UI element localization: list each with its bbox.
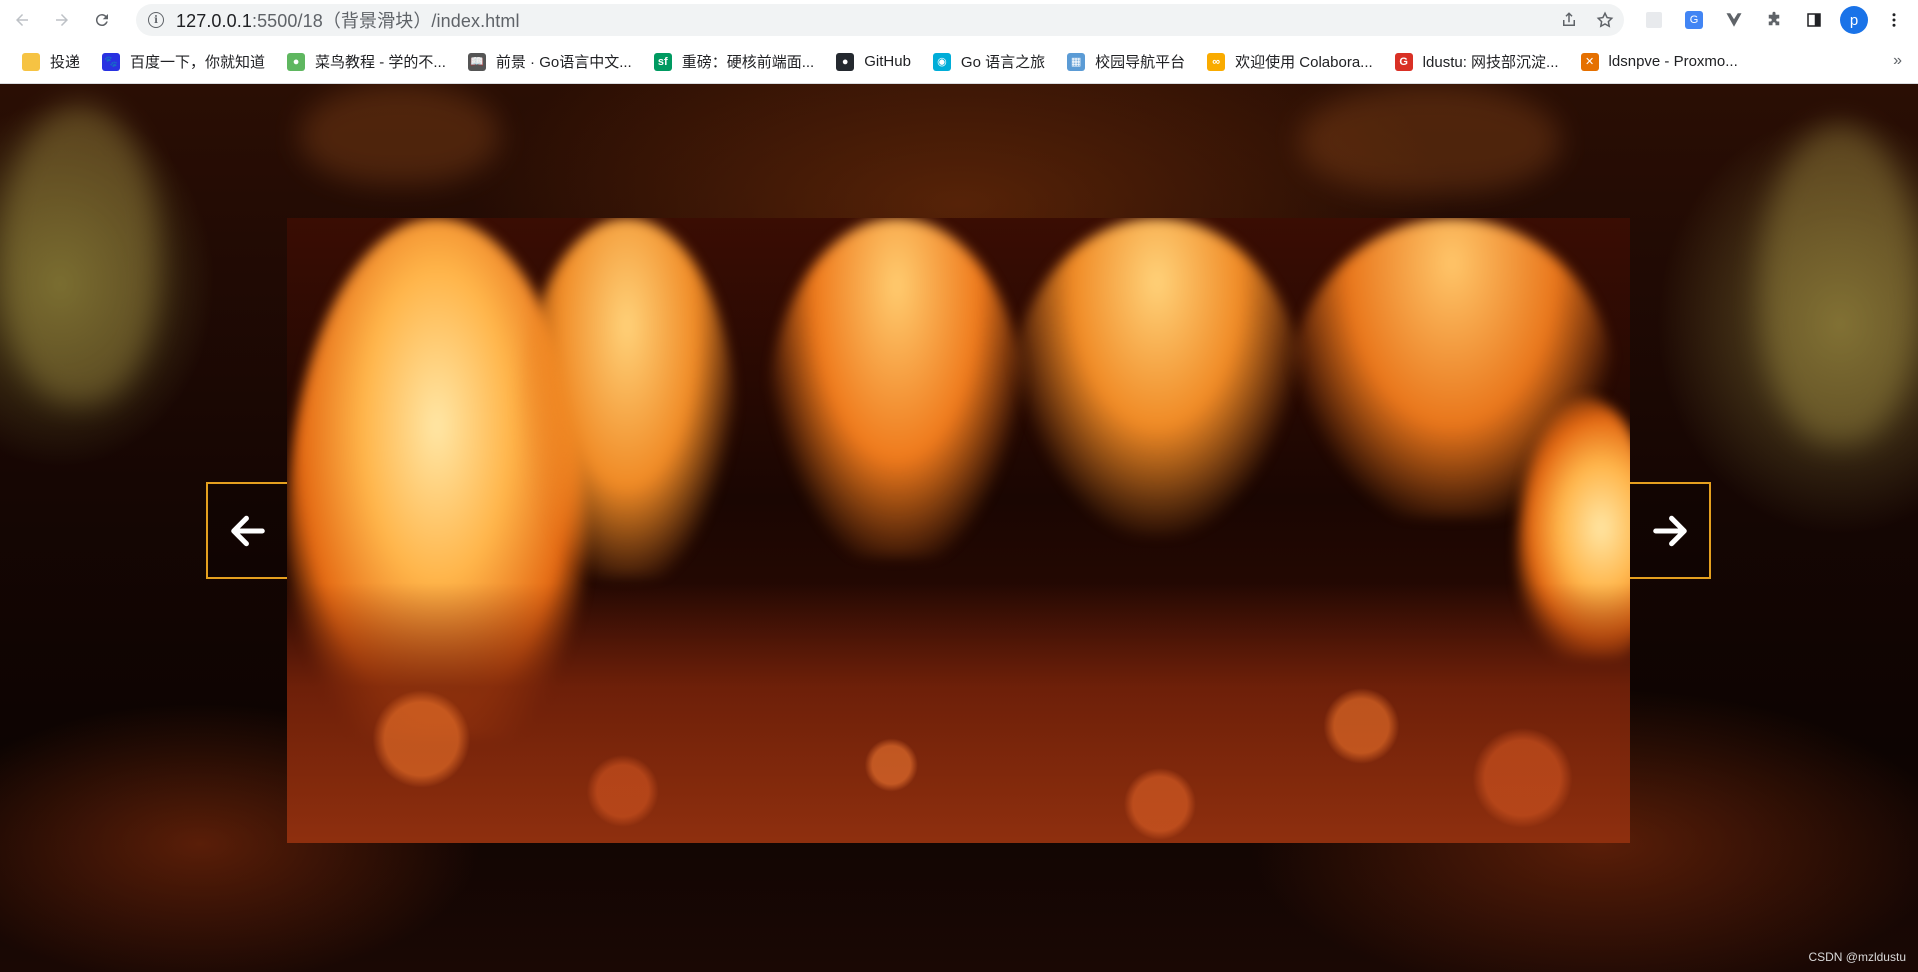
folder-icon <box>22 52 40 71</box>
bookmark-item[interactable]: sf 重磅：硬核前端面... <box>646 47 823 77</box>
extensions-area: G p <box>1640 4 1908 36</box>
bookmark-label: 重磅：硬核前端面... <box>681 54 815 71</box>
arrow-right-icon <box>1652 515 1687 546</box>
prev-slide-button[interactable] <box>206 482 287 579</box>
bookmark-item[interactable]: Gldustu: 网技部沉淀... <box>1387 47 1567 77</box>
forward-arrow-icon <box>56 14 68 26</box>
runoob-icon: ● <box>287 52 306 71</box>
bookmark-label: 投递 <box>50 54 81 71</box>
bookmark-label: GitHub <box>864 53 911 70</box>
slide-image <box>287 218 1630 843</box>
book-icon: 📖 <box>467 52 486 71</box>
image-slider <box>287 218 1630 843</box>
bookmark-label: 欢迎使用 Colabora... <box>1235 54 1373 71</box>
next-slide-button[interactable] <box>1630 482 1711 579</box>
gopher-icon: ◉ <box>932 52 951 71</box>
omnibox-actions <box>1558 4 1616 36</box>
translate-extension-icon[interactable]: G <box>1680 6 1708 34</box>
colab-icon: ∞ <box>1207 52 1226 71</box>
campus-icon: ▦ <box>1067 52 1086 71</box>
watermark-text: CSDN @mzldustu <box>1808 950 1906 964</box>
background-flame <box>1760 124 1918 444</box>
bookmark-item[interactable]: ∞ 欢迎使用 Colabora... <box>1199 47 1381 77</box>
info-icon[interactable]: i <box>148 12 164 28</box>
arrow-left-icon <box>230 515 265 546</box>
bookmark-item[interactable]: ● 菜鸟教程 - 学的不... <box>279 47 454 77</box>
proxmox-icon: ✕ <box>1580 52 1599 71</box>
embers <box>287 583 1630 843</box>
bookmark-label: Go 语言之旅 <box>960 54 1046 71</box>
flame-shape <box>1007 218 1307 538</box>
url-path: :5500/18（背景滑块）/index.html <box>251 11 520 31</box>
reload-icon <box>95 14 108 27</box>
profile-avatar[interactable]: p <box>1840 6 1868 34</box>
bookmark-item[interactable]: ✕ ldsnpve - Proxmo... <box>1573 47 1746 77</box>
bookmark-label: 菜鸟教程 - 学的不... <box>315 54 446 71</box>
share-icon[interactable] <box>1558 9 1580 31</box>
star-icon[interactable] <box>1594 9 1616 31</box>
bookmark-item[interactable]: 🐾 百度一下，你就知道 <box>94 47 273 77</box>
flame-shape <box>767 218 1027 558</box>
bookmark-item[interactable]: ● GitHub <box>828 47 919 77</box>
bookmarks-bar: 投递 🐾 百度一下，你就知道 ● 菜鸟教程 - 学的不... 📖 前景 · Go语言中文..… <box>0 40 1918 84</box>
more-bookmarks-button[interactable]: » <box>1893 52 1902 70</box>
bookmark-item[interactable]: ▦ 校园导航平台 <box>1059 47 1193 77</box>
background-flame <box>1300 84 1560 194</box>
bookmark-item[interactable]: ◉ Go 语言之旅 <box>925 47 1053 77</box>
bookmark-label: ldustu: 网技部沉淀... <box>1422 54 1559 71</box>
bookmark-label: 前景 · Go语言中文... <box>495 54 632 71</box>
puzzle-icon[interactable] <box>1760 6 1788 34</box>
browser-toolbar: i 127.0.0.1:5500/18（背景滑块）/index.html G p <box>0 0 1918 40</box>
bookmark-label: ldsnpve - Proxmo... <box>1608 53 1738 70</box>
page-background: CSDN @mzldustu <box>0 84 1918 972</box>
background-flame <box>0 104 160 404</box>
address-bar[interactable]: i 127.0.0.1:5500/18（背景滑块）/index.html <box>136 4 1624 36</box>
back-button[interactable] <box>4 2 40 38</box>
baidu-icon: 🐾 <box>102 52 121 71</box>
segmentfault-icon: sf <box>653 52 672 71</box>
bookmark-label: 百度一下，你就知道 <box>130 54 266 71</box>
background-flame <box>300 84 500 184</box>
url-host: 127.0.0.1 <box>176 11 252 31</box>
back-arrow-icon <box>16 14 28 26</box>
ldustu-icon: G <box>1394 52 1413 71</box>
bookmark-item[interactable]: 投递 <box>14 47 88 77</box>
bookmark-label: 校园导航平台 <box>1095 54 1186 71</box>
reload-button[interactable] <box>84 2 120 38</box>
flame-shape <box>517 218 737 578</box>
github-icon: ● <box>836 52 855 71</box>
side-panel-icon[interactable] <box>1800 6 1828 34</box>
bookmark-item[interactable]: 📖 前景 · Go语言中文... <box>460 47 640 77</box>
vue-devtools-icon[interactable] <box>1720 6 1748 34</box>
url-text[interactable]: 127.0.0.1:5500/18（背景滑块）/index.html <box>176 7 520 33</box>
forward-button[interactable] <box>44 2 80 38</box>
extension-blank-icon[interactable] <box>1640 6 1668 34</box>
kebab-menu-icon[interactable] <box>1880 6 1908 34</box>
